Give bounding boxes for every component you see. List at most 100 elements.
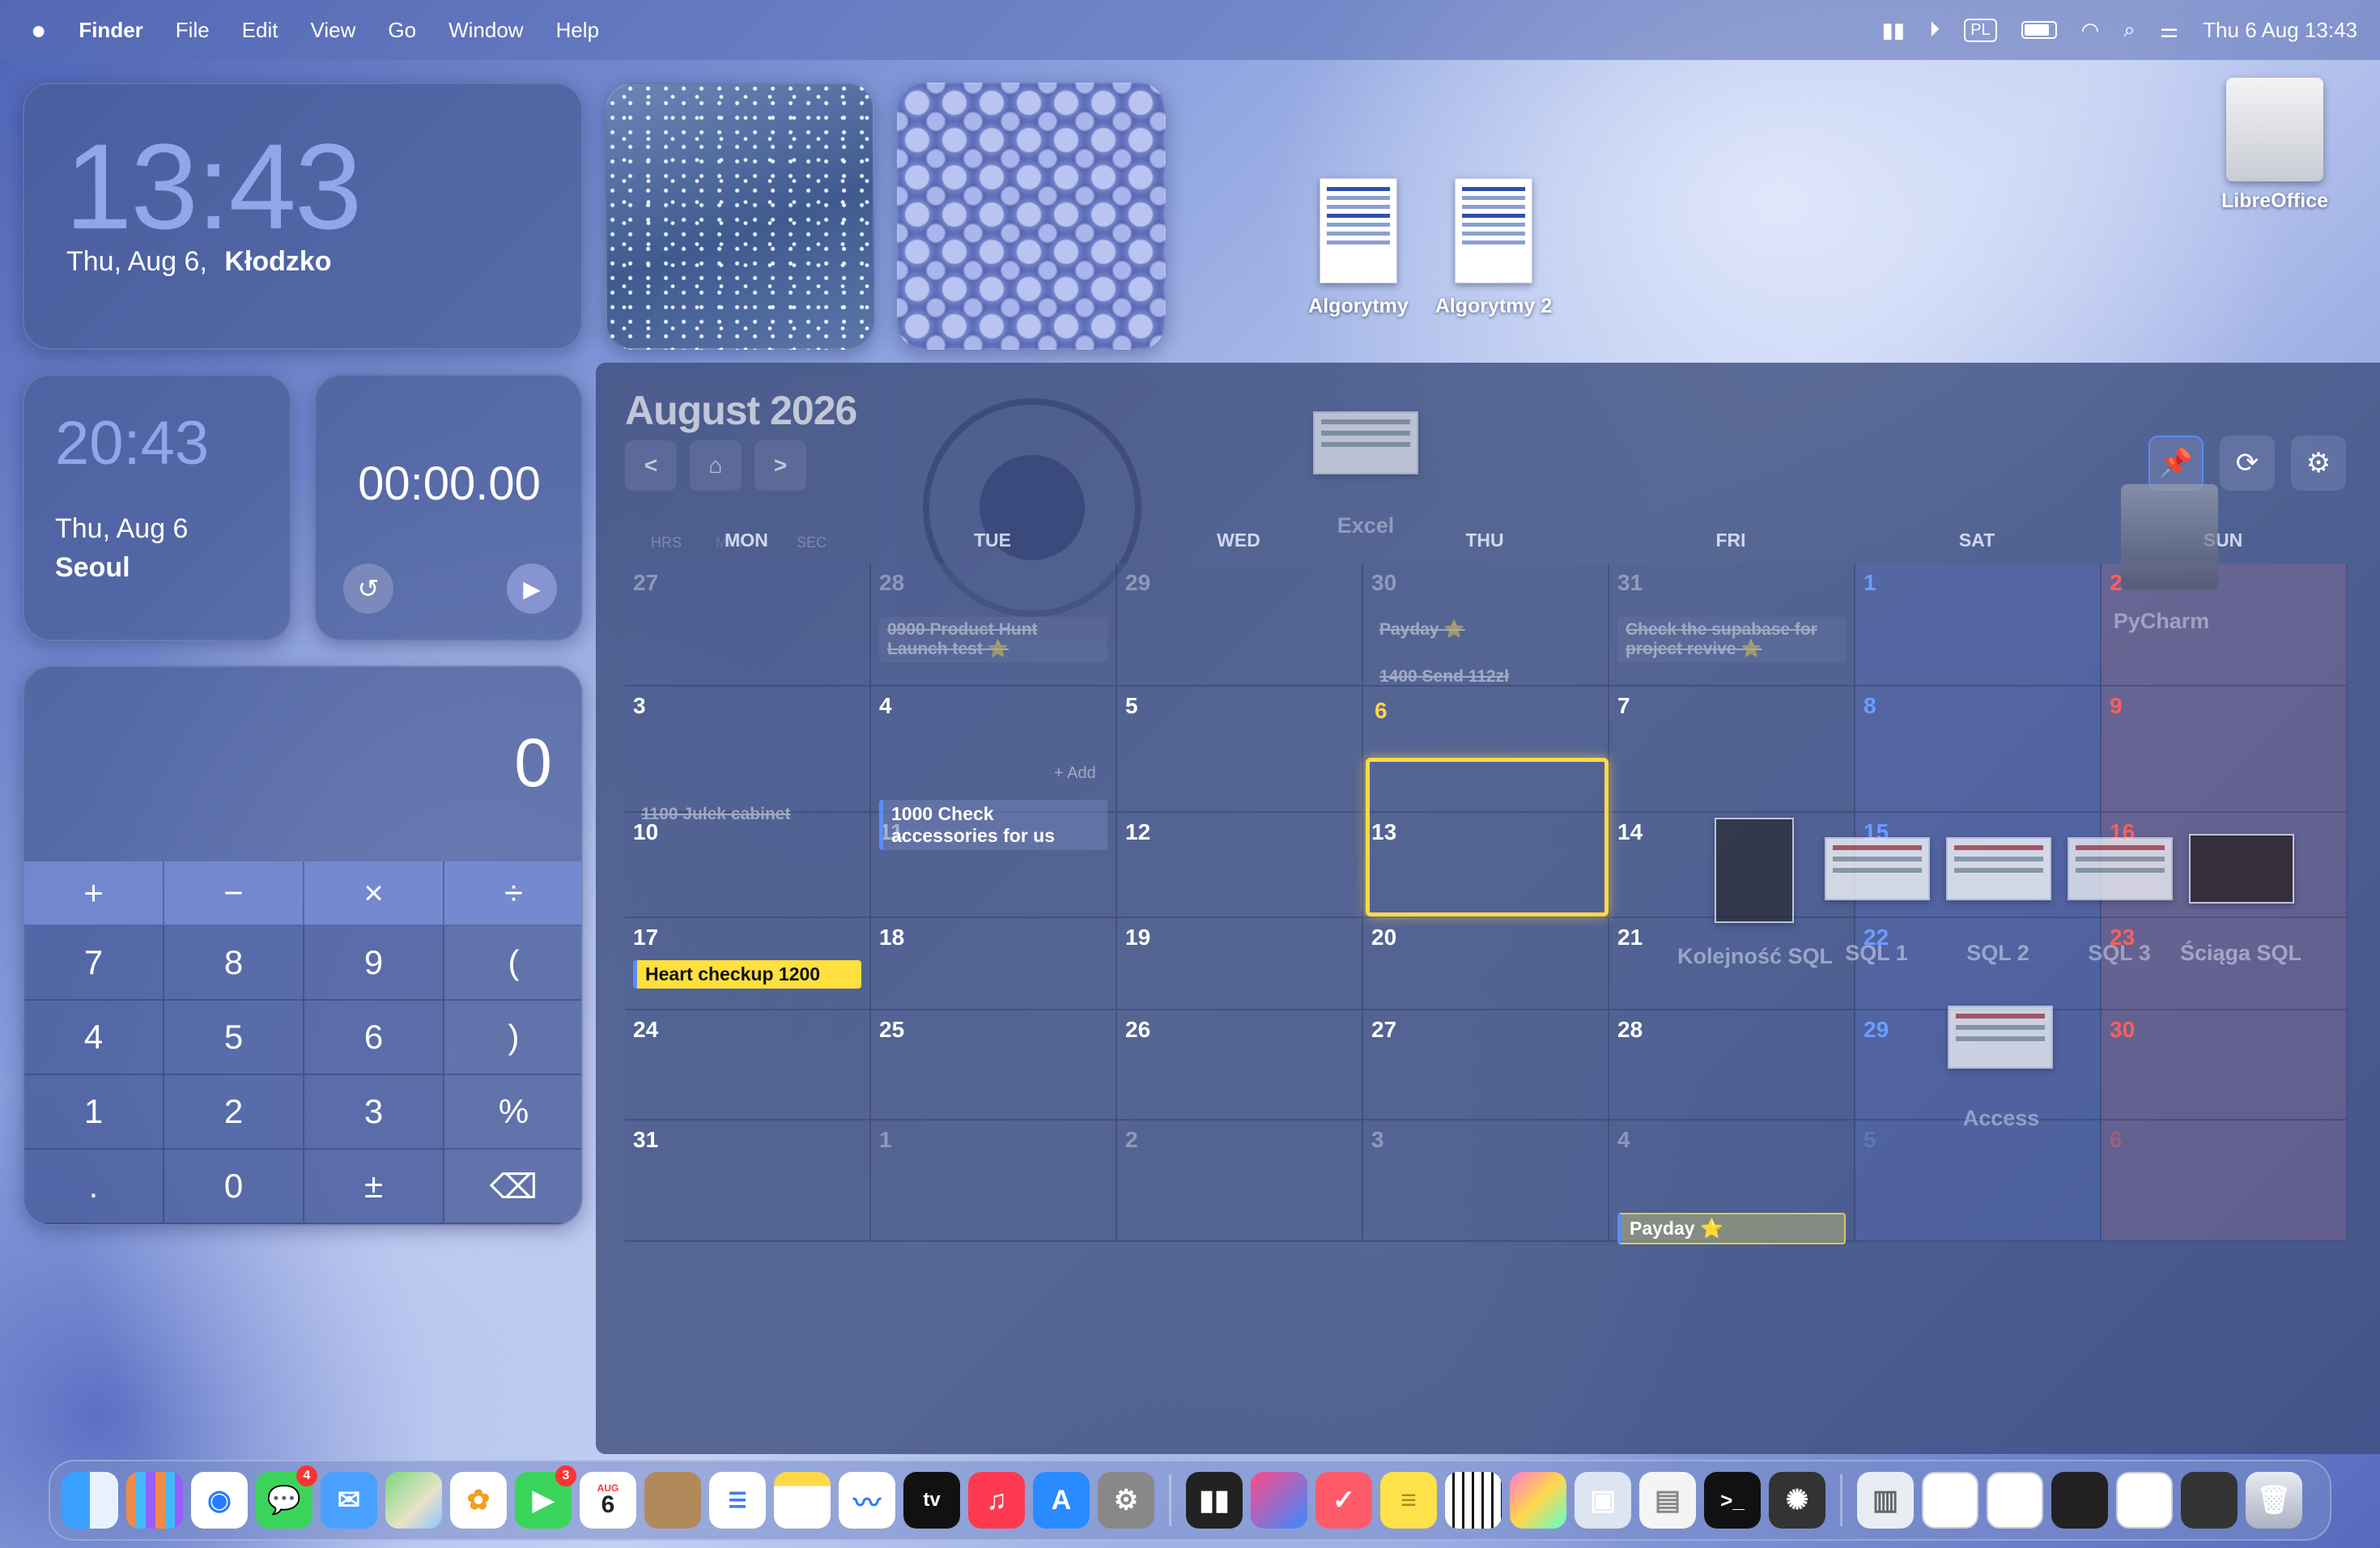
pycharm-label[interactable]: PyCharm <box>2080 609 2242 634</box>
appstore-icon[interactable]: A <box>1033 1472 1090 1529</box>
day-cell[interactable]: 28 <box>1609 1010 1855 1121</box>
todo-icon[interactable]: ✓ <box>1315 1472 1372 1529</box>
event-julek-cabinet[interactable]: 1100 Julek cabinet <box>633 802 861 827</box>
key-4[interactable]: 4 <box>24 1001 164 1075</box>
key-plus[interactable]: + <box>24 861 164 926</box>
day-cell[interactable]: 2 <box>1117 1121 1363 1242</box>
battery-icon[interactable] <box>2021 21 2057 39</box>
messages-icon[interactable]: 💬 4 <box>256 1465 317 1529</box>
start-button[interactable]: ▶ <box>507 563 557 614</box>
key-minus[interactable]: − <box>164 861 304 926</box>
system-settings-icon[interactable]: ⚙ <box>1098 1472 1154 1529</box>
day-cell[interactable]: 29 <box>1117 563 1363 687</box>
day-cell[interactable]: 8 <box>1855 687 2102 813</box>
day-cell[interactable]: 3 <box>1363 1121 1609 1242</box>
apple-icon[interactable]: ● <box>31 15 46 45</box>
key-8[interactable]: 8 <box>164 926 304 1001</box>
add-event-button[interactable]: + Add <box>1054 764 1096 783</box>
music-icon[interactable]: ♫ <box>968 1472 1025 1529</box>
key-2[interactable]: 2 <box>164 1075 304 1150</box>
mail-icon[interactable]: ✉ <box>321 1472 377 1529</box>
day-cell[interactable]: 20 <box>1363 918 1609 1010</box>
menu-window[interactable]: Window <box>448 18 523 43</box>
stopwatch-widget[interactable]: 00:00.00 ↺ ▶ <box>314 374 583 641</box>
contacts-icon[interactable] <box>644 1472 701 1529</box>
clock-widget-seoul[interactable]: 20:43 Thu, Aug 6 Seoul <box>23 374 291 641</box>
maps-icon[interactable] <box>385 1472 442 1529</box>
key-percent[interactable]: % <box>444 1075 581 1150</box>
chatgpt-icon[interactable]: ✺ <box>1769 1472 1825 1529</box>
event-check-accessories[interactable]: 1000 Check accessories for us <box>879 800 1107 850</box>
sql1-thumbnail[interactable] <box>1825 837 1930 900</box>
event-product-hunt[interactable]: 0900 Product Hunt Launch test ⭐ <box>879 617 1107 662</box>
notes-icon[interactable] <box>774 1472 831 1529</box>
sync-button[interactable]: ⟳ <box>2220 436 2275 491</box>
photos-icon[interactable]: ✿ <box>450 1472 507 1529</box>
day-cell[interactable]: 27 <box>1363 1010 1609 1121</box>
desktop-file-algorytmy[interactable]: Algorytmy <box>1302 178 1415 318</box>
access-label[interactable]: Access <box>1920 1106 2082 1131</box>
calendar-icon[interactable]: AUG 6 <box>580 1472 636 1529</box>
bartender-icon[interactable]: ▮▮ <box>1186 1472 1243 1529</box>
day-cell[interactable]: 1 <box>1855 563 2102 687</box>
event-heart-checkup[interactable]: Heart checkup 1200 <box>633 960 861 989</box>
day-cell[interactable]: 4 <box>871 687 1117 813</box>
search-icon[interactable]: ⌕ <box>2123 17 2136 43</box>
menu-file[interactable]: File <box>176 18 210 43</box>
day-cell[interactable]: 9 <box>2102 687 2348 813</box>
terminal-icon[interactable]: >_ <box>1704 1472 1761 1529</box>
key-6[interactable]: 6 <box>304 1001 444 1075</box>
day-cell[interactable]: 18 <box>871 918 1117 1010</box>
day-cell[interactable]: 5 <box>1117 687 1363 813</box>
key-close-paren[interactable]: ) <box>444 1001 581 1075</box>
excel-thumbnail[interactable] <box>1313 411 1418 474</box>
sql-cheat-thumbnail[interactable] <box>2189 834 2294 904</box>
day-cell[interactable]: 27 <box>625 563 871 687</box>
day-cell[interactable]: 24 <box>625 1010 871 1121</box>
recent-doc-4-icon[interactable] <box>2116 1472 2173 1529</box>
day-cell[interactable]: 19 <box>1117 918 1363 1010</box>
key-open-paren[interactable]: ( <box>444 926 581 1001</box>
key-9[interactable]: 9 <box>304 926 444 1001</box>
sql-order-thumbnail[interactable] <box>1715 818 1794 923</box>
event-supabase[interactable]: Check the supabase for project revive ⭐ <box>1617 617 1846 662</box>
trash-icon[interactable]: 🗑 <box>2246 1472 2302 1529</box>
day-cell[interactable]: 7 <box>1609 687 1855 813</box>
sql3-thumbnail[interactable] <box>2068 837 2173 900</box>
settings-button[interactable]: ⚙ <box>2291 436 2346 491</box>
input-source-badge[interactable]: PL <box>1964 18 1997 42</box>
key-0[interactable]: 0 <box>164 1150 304 1224</box>
bars-icon[interactable]: ▮▮ <box>1882 18 1906 43</box>
reminders-icon[interactable]: ☰ <box>709 1472 766 1529</box>
piano-icon[interactable] <box>1445 1472 1502 1529</box>
event-payday-july[interactable]: Payday ⭐ <box>1371 617 1600 643</box>
day-cell[interactable]: 5 <box>1855 1121 2102 1242</box>
textedit-icon[interactable]: ▤ <box>1639 1472 1696 1529</box>
recent-doc-2-icon[interactable] <box>1987 1472 2043 1529</box>
sql2-thumbnail[interactable] <box>1946 837 2051 900</box>
key-1[interactable]: 1 <box>24 1075 164 1150</box>
event-payday[interactable]: Payday ⭐ <box>1617 1213 1846 1244</box>
access-thumbnail[interactable] <box>1948 1006 2053 1069</box>
day-cell[interactable]: 25 <box>871 1010 1117 1121</box>
photo-water[interactable] <box>606 83 874 350</box>
preview-icon[interactable]: ▣ <box>1575 1472 1631 1529</box>
recent-doc-3-icon[interactable] <box>2051 1472 2108 1529</box>
key-decimal[interactable]: . <box>24 1150 164 1224</box>
desktop-file-algorytmy-2[interactable]: Algorytmy 2 <box>1426 178 1561 318</box>
finder-icon[interactable] <box>62 1472 118 1529</box>
recent-doc-1-icon[interactable] <box>1922 1472 1978 1529</box>
facetime-icon[interactable]: ▶ 3 <box>515 1465 576 1529</box>
day-cell[interactable]: 12 <box>1117 813 1363 918</box>
clock-widget[interactable]: 13:43 Thu, Aug 6, Kłodzko <box>23 83 583 350</box>
day-cell[interactable]: 30 <box>2102 1010 2348 1121</box>
key-7[interactable]: 7 <box>24 926 164 1001</box>
menu-edit[interactable]: Edit <box>242 18 278 43</box>
stickies-icon[interactable]: ≡ <box>1380 1472 1437 1529</box>
day-cell[interactable]: 26 <box>1117 1010 1363 1121</box>
reset-button[interactable]: ↺ <box>343 563 393 614</box>
menu-clock[interactable]: Thu 6 Aug 13:43 <box>2203 18 2357 43</box>
pin-button[interactable]: 📌 <box>2148 436 2204 491</box>
desktop-drive-libreoffice[interactable]: LibreOffice <box>2202 78 2348 213</box>
key-sign[interactable]: ± <box>304 1150 444 1224</box>
